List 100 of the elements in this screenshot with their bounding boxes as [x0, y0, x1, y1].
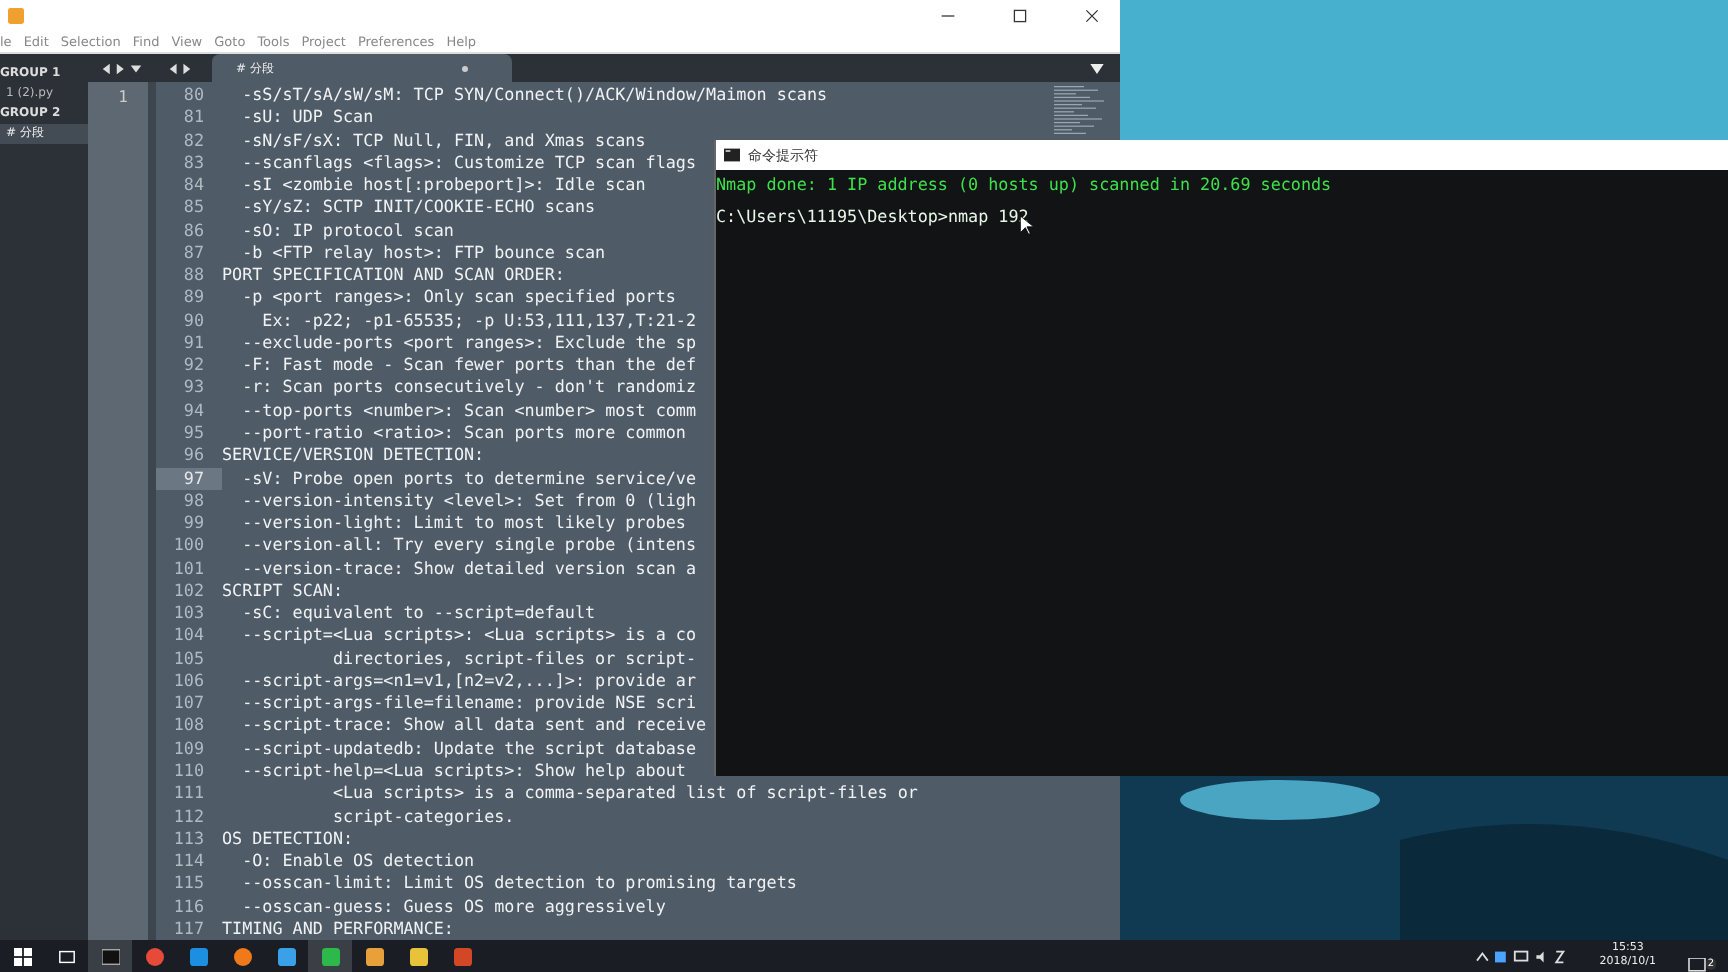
line-number: 110: [171, 759, 206, 783]
line-number: 88: [181, 264, 206, 287]
maximize-icon[interactable]: [1012, 7, 1028, 23]
code-line: --version-intensity <level>: Set from 0 (ligh: [240, 489, 696, 513]
code-line: -b <FTP relay host>: FTP bounce scan: [240, 241, 606, 265]
code-line: -r: Scan ports consecutively - don't randomiz: [240, 376, 696, 400]
code-line: --script-args-file=filename: provide NSE scri: [240, 692, 696, 715]
code-line: --script=<Lua scripts>: <Lua scripts> is a co: [240, 624, 696, 648]
app-icon: [189, 947, 207, 965]
code-line: -sO: IP protocol scan: [240, 219, 454, 242]
line-number: 112: [171, 805, 206, 828]
unsaved-dot-icon: [462, 65, 468, 71]
code-line: -sY/sZ: SCTP INIT/COOKIE-ECHO scans: [240, 196, 596, 220]
app-icon: [8, 7, 24, 23]
code-line: --osscan-limit: Limit OS detection to promising targets: [240, 872, 797, 896]
terminal-line: Nmap done: 1 IP address (0 hosts up) scanned in 20.69 seconds: [716, 172, 1332, 196]
line-number: 93: [181, 376, 206, 400]
line-number: 90: [181, 309, 206, 332]
line-number: 103: [171, 602, 206, 625]
line-number: 85: [181, 196, 206, 220]
code-line: directories, script-files or script-: [330, 647, 696, 670]
line-number: 107: [171, 692, 206, 715]
line-number: 106: [171, 669, 206, 693]
code-line: SERVICE/VERSION DETECTION:: [222, 444, 485, 468]
pane-arrows-icon[interactable]: [100, 61, 144, 75]
app-icon: [321, 947, 339, 965]
line-number: 94: [181, 399, 206, 422]
terminal-icon: [724, 148, 740, 162]
notification-icon: [1688, 958, 1706, 972]
code-line: -sN/sF/sX: TCP Null, FIN, and Xmas scans: [240, 129, 646, 152]
line-number: 84: [181, 174, 206, 197]
code-line: Ex: -p22; -p1-65535; -p U:53,111,137,T:21-2: [260, 309, 696, 332]
code-line: PORT SPECIFICATION AND SCAN ORDER:: [222, 264, 565, 287]
dropdown-icon[interactable]: [1090, 63, 1104, 73]
line-number: 105: [171, 647, 206, 670]
code-line: -F: Fast mode - Scan fewer ports than the def: [240, 354, 696, 377]
windows-icon: [13, 947, 31, 965]
line-number: 81: [181, 106, 206, 130]
line-number: 95: [181, 421, 206, 445]
code-line: --top-ports <number>: Scan <number> most comm: [240, 399, 696, 422]
code-line: -sS/sT/sA/sW/sM: TCP SYN/Connect()/ACK/Window/Maimon scans: [240, 84, 828, 107]
app-icon: [453, 947, 471, 965]
task-view-icon: [57, 947, 75, 965]
line-number: 109: [171, 737, 206, 760]
line-number: 97: [156, 467, 222, 490]
code-line: --exclude-ports <port ranges>: Exclude the sp: [240, 331, 696, 355]
code-line: --version-light: Limit to most likely probes: [240, 512, 686, 535]
code-line: --script-args=<n1=v1,[n2=v2,...]>: provide ar: [240, 669, 696, 693]
line-number: 113: [171, 827, 206, 851]
line-number: 86: [181, 219, 206, 242]
code-line: --port-ratio <ratio>: Scan ports more common: [240, 421, 686, 445]
line-number: 96: [181, 444, 206, 468]
line-number: 98: [181, 489, 206, 513]
line-number: 116: [171, 895, 206, 918]
taskbar-app[interactable]: [88, 940, 132, 972]
minimap-drawing: [1054, 86, 1104, 134]
line-number: 83: [181, 151, 206, 175]
code-line: TIMING AND PERFORMANCE:: [222, 917, 454, 941]
line-number: 91: [181, 331, 206, 355]
code-line: --script-trace: Show all data sent and receive: [240, 714, 707, 738]
code-line: -sV: Probe open ports to determine service/ve: [240, 467, 696, 490]
terminal-icon: [101, 947, 119, 965]
app-icon: [277, 947, 295, 965]
line-number: 87: [181, 241, 206, 265]
code-line: -sC: equivalent to --script=default: [240, 602, 596, 625]
line-number: 101: [171, 557, 206, 580]
code-line: OS DETECTION:: [222, 827, 354, 851]
app-icon: [365, 947, 383, 965]
code-line: -p <port ranges>: Only scan specified ports: [240, 286, 676, 310]
code-line: <Lua scripts> is a comma-separated list of script-files or: [330, 782, 918, 805]
code-line: SCRIPT SCAN:: [222, 579, 344, 603]
code-line: -sI <zombie host[:probeport]>: Idle scan: [240, 174, 646, 197]
code-line: --version-trace: Show detailed version scan a: [240, 557, 696, 580]
line-number: 104: [171, 624, 206, 648]
code-line: --osscan-guess: Guess OS more aggressively: [240, 895, 666, 918]
line-number: 89: [181, 286, 206, 310]
app-icon: [409, 947, 427, 965]
tab-arrows-icon[interactable]: [168, 61, 192, 75]
line-number: 80: [181, 84, 206, 107]
close-icon[interactable]: [1084, 7, 1100, 23]
line-number: 99: [181, 512, 206, 535]
line-number: 111: [171, 782, 206, 805]
line-number: 114: [171, 850, 206, 873]
code-line: --version-all: Try every single probe (intens: [240, 534, 696, 558]
code-line: --script-help=<Lua scripts>: Show help about: [240, 759, 686, 783]
app-icon: [233, 947, 251, 965]
app-icon: [145, 947, 163, 965]
line-number: 100: [171, 534, 206, 558]
line-number: 117: [171, 917, 206, 941]
line-number: 115: [171, 872, 206, 896]
line-number: 82: [181, 129, 206, 152]
line-number: 1: [118, 86, 130, 108]
code-line: --script-updatedb: Update the script database: [240, 737, 696, 760]
code-line: -O: Enable OS detection: [240, 850, 475, 873]
line-number: 92: [181, 354, 206, 377]
code-line: --scanflags <flags>: Customize TCP scan flags: [240, 151, 696, 175]
code-line: script-categories.: [330, 805, 515, 828]
code-line: -sU: UDP Scan: [240, 106, 374, 130]
line-number: 108: [171, 714, 206, 738]
line-number: 102: [171, 579, 206, 603]
